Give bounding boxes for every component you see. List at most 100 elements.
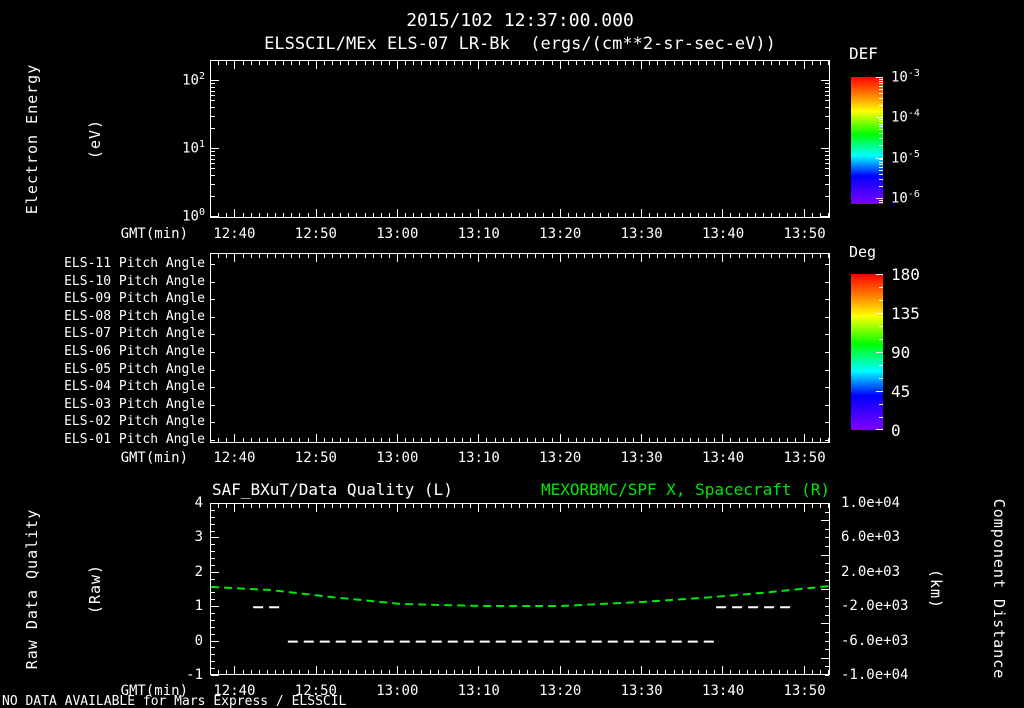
x-tick xyxy=(307,254,309,258)
pitch-row-label: ELS-11 Pitch Angle xyxy=(64,256,205,271)
x-tick-label: 12:40 xyxy=(213,683,256,699)
x-tick xyxy=(380,213,382,217)
x-tick xyxy=(779,438,781,442)
colorbar-tick xyxy=(879,185,883,187)
x-tick xyxy=(754,254,756,258)
x-tick xyxy=(405,438,407,442)
x-tick xyxy=(331,213,333,217)
x-tick xyxy=(315,61,317,69)
colorbar-tick xyxy=(879,80,883,82)
y-tick xyxy=(825,404,829,406)
x-tick xyxy=(486,254,488,258)
x-tick xyxy=(486,213,488,217)
x-tick xyxy=(632,61,634,65)
x-tick xyxy=(234,61,236,69)
y-tick xyxy=(825,281,829,283)
x-tick xyxy=(437,254,439,258)
colorbar-tick xyxy=(879,161,883,163)
x-tick xyxy=(421,61,423,65)
x-tick xyxy=(584,61,586,65)
x-tick-label: 13:40 xyxy=(702,450,745,466)
y-tick xyxy=(211,195,215,197)
x-tick xyxy=(649,213,651,217)
x-tick xyxy=(478,434,480,442)
x-tick xyxy=(592,254,594,258)
x-tick xyxy=(657,61,659,65)
def-tick-label: 10-6 xyxy=(891,188,920,207)
x-tick xyxy=(559,209,561,217)
x-tick xyxy=(429,213,431,217)
x-tick xyxy=(665,254,667,258)
pitch-row-label: ELS-01 Pitch Angle xyxy=(64,432,205,447)
x-tick xyxy=(275,213,277,217)
y-tick xyxy=(211,264,215,265)
x-tick xyxy=(657,438,659,442)
x-tick xyxy=(657,254,659,258)
x-tick xyxy=(388,438,390,442)
x-tick xyxy=(754,61,756,65)
colorbar-tick xyxy=(879,417,883,418)
x-tick xyxy=(437,213,439,217)
x-tick xyxy=(242,61,244,65)
x-tick xyxy=(657,213,659,217)
def-colorbar xyxy=(851,77,883,204)
quality-tick-label: 4 xyxy=(194,495,203,511)
x-tick xyxy=(462,254,464,258)
raw-quality-axis-label-line1: Raw Data Quality xyxy=(23,508,41,670)
colorbar-tick xyxy=(876,391,883,392)
x-tick xyxy=(746,254,748,258)
x-tick xyxy=(462,61,464,65)
energy-axis-label: Electron Energy (eV) xyxy=(0,64,148,214)
colorbar-tick xyxy=(879,98,883,100)
x-tick xyxy=(779,213,781,217)
x-tick xyxy=(689,61,691,65)
x-tick xyxy=(462,213,464,217)
y-tick xyxy=(821,148,829,149)
x-tick xyxy=(413,213,415,217)
x-tick xyxy=(299,254,301,258)
x-tick xyxy=(340,61,342,65)
x-tick xyxy=(462,438,464,442)
y-tick xyxy=(211,90,215,92)
x-tick xyxy=(673,438,675,442)
x-tick xyxy=(575,213,577,217)
x-tick xyxy=(584,438,586,442)
x-tick xyxy=(250,438,252,442)
x-tick xyxy=(787,213,789,217)
x-tick xyxy=(689,438,691,442)
x-tick xyxy=(738,254,740,258)
pitch-row-label: ELS-06 Pitch Angle xyxy=(64,344,205,359)
colorbar-tick xyxy=(879,173,883,175)
x-tick xyxy=(575,254,577,258)
y-tick xyxy=(211,154,215,156)
x-tick xyxy=(771,213,773,217)
distance-tick-label: 2.0e+03 xyxy=(841,563,901,580)
def-colorbar-title: DEF xyxy=(849,44,878,63)
x-tick xyxy=(787,438,789,442)
def-tick-label: 10-3 xyxy=(891,68,920,86)
y-tick xyxy=(211,334,215,336)
colorbar-tick xyxy=(879,199,883,201)
x-tick xyxy=(364,61,366,65)
x-tick-label: 12:50 xyxy=(294,683,337,699)
x-tick xyxy=(600,213,602,217)
x-tick xyxy=(567,213,569,217)
x-tick xyxy=(421,254,423,258)
x-tick xyxy=(787,254,789,258)
x-tick xyxy=(754,438,756,442)
x-tick xyxy=(429,438,431,442)
y-tick xyxy=(211,83,215,85)
x-tick xyxy=(494,61,496,65)
x-tick xyxy=(266,438,268,442)
x-tick xyxy=(754,213,756,217)
x-tick xyxy=(397,61,399,69)
x-tick xyxy=(258,438,260,442)
x-tick xyxy=(429,61,431,65)
x-tick xyxy=(340,438,342,442)
x-tick xyxy=(730,61,732,65)
colorbar-tick xyxy=(879,201,883,203)
quality-distance-panel xyxy=(210,503,830,676)
spacecraft-distance-curve xyxy=(211,585,830,607)
x-tick xyxy=(397,254,399,262)
x-tick xyxy=(364,438,366,442)
